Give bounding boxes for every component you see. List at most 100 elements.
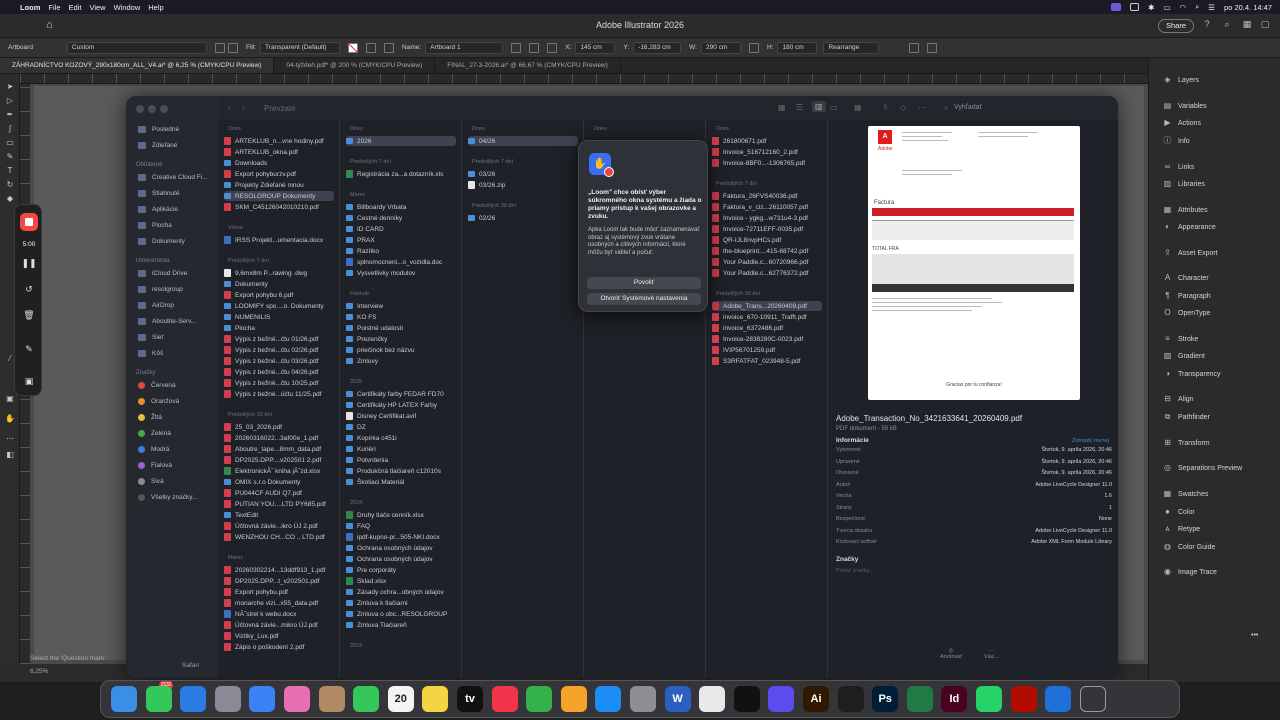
- file-item[interactable]: splnomocneni...o_vozidla.doc: [346, 257, 456, 267]
- group-icon[interactable]: ▦: [854, 103, 862, 112]
- file-item[interactable]: Export pohybu.pdf: [224, 587, 334, 597]
- file-item[interactable]: FAQ: [346, 521, 456, 531]
- back-icon[interactable]: ‹: [228, 103, 231, 113]
- file-item[interactable]: Výpis z bežné...čtu 03/26.pdf: [224, 356, 334, 366]
- file-item[interactable]: Export pohybu 6.pdf: [224, 290, 334, 300]
- file-item[interactable]: Zmluva k tlačiarni: [346, 598, 456, 608]
- panel-transform[interactable]: ⊞ Transform: [1163, 439, 1279, 447]
- file-item[interactable]: Výpis z bežné...čtu 01/26.pdf: [224, 334, 334, 344]
- file-item[interactable]: 25_03_2026.pdf: [224, 422, 334, 432]
- sidebar-tag[interactable]: Zelená: [138, 430, 171, 437]
- sidebar-item-trash[interactable]: Kôš: [138, 350, 163, 357]
- sidebar-item-network[interactable]: Sieť: [138, 334, 164, 341]
- search-icon[interactable]: ⌕: [944, 103, 948, 113]
- sidebar-item-airdrop[interactable]: AirDrop: [138, 302, 174, 309]
- file-item[interactable]: WENZHOU CH...CO ., LTD.pdf: [224, 532, 334, 542]
- file-item[interactable]: Zápis o poškodení 2.pdf: [224, 642, 334, 652]
- file-item[interactable]: ARTEKLUB_okna.pdf: [224, 147, 334, 157]
- stop-recording-button[interactable]: [20, 213, 38, 231]
- menu-clock[interactable]: po 20.4. 14:47: [1224, 3, 1272, 12]
- h-field[interactable]: 180 cm: [777, 41, 818, 54]
- file-item[interactable]: Výpis z bežné...čtu 10/25.pdf: [224, 378, 334, 388]
- illustrator-icon[interactable]: Ai: [803, 686, 829, 712]
- panel-color-guide[interactable]: ◍ Color Guide: [1163, 543, 1279, 551]
- file-item[interactable]: Faktura_v_ciz...26110057.pdf: [712, 202, 822, 212]
- settings-gear-icon[interactable]: [1045, 686, 1072, 712]
- fill-stroke-icon[interactable]: ◧: [5, 450, 15, 459]
- photoshop-icon[interactable]: Ps: [872, 686, 899, 712]
- forward-icon[interactable]: ›: [242, 103, 245, 113]
- move-with-art-icon[interactable]: [366, 42, 377, 53]
- file-item[interactable]: IRSS Projekt...umentacia.docx: [224, 235, 334, 245]
- curvature-tool-icon[interactable]: ∫: [5, 124, 15, 133]
- file-item[interactable]: 261800671.pdf: [712, 136, 822, 146]
- file-item[interactable]: Kopírka c451i: [346, 433, 456, 443]
- file-item[interactable]: IVIP56701259.pdf: [712, 345, 822, 355]
- indesign-icon[interactable]: Id: [941, 686, 968, 712]
- menu-window[interactable]: Window: [114, 3, 141, 12]
- file-item[interactable]: ID CARD: [346, 224, 456, 234]
- file-item[interactable]: SKM_C45126042010210.pdf: [224, 202, 334, 212]
- sidebar-tag[interactable]: Všetky značky...: [138, 494, 197, 501]
- system-settings-icon[interactable]: [630, 686, 656, 712]
- file-item[interactable]: Plocha: [224, 323, 334, 333]
- file-item[interactable]: Certifikáty HP LATEX Farby: [346, 400, 456, 410]
- draw-icon[interactable]: ✎: [21, 343, 37, 355]
- panel-attributes[interactable]: ▦ Attributes: [1163, 206, 1279, 214]
- wifi-icon[interactable]: ◠: [1180, 3, 1187, 12]
- panel-asset-export[interactable]: ⇪ Asset Export: [1163, 249, 1279, 257]
- camera-icon[interactable]: ▣: [21, 375, 37, 387]
- file-item[interactable]: DP2025.DPP....v202501 2.pdf: [224, 455, 334, 465]
- panel-info[interactable]: ⓘ Info: [1163, 137, 1279, 145]
- sidebar-item-server[interactable]: Aboutite-Serv...: [138, 318, 196, 325]
- panel-pathfinder[interactable]: ⧉ Pathfinder: [1163, 413, 1279, 421]
- more-tools-icon[interactable]: ⋯: [5, 434, 15, 443]
- pencil-tool-icon[interactable]: ✎: [5, 152, 15, 161]
- file-item[interactable]: 9,6mx8m P...rawing .dwg: [224, 268, 334, 278]
- file-item[interactable]: 20260316022...3af00e_1.pdf: [224, 433, 334, 443]
- file-item[interactable]: Potvrdenia: [346, 455, 456, 465]
- file-item[interactable]: KO FS: [346, 312, 456, 322]
- file-item[interactable]: Aboutre_tape...8mm_data.pdf: [224, 444, 334, 454]
- file-item[interactable]: Certifikáty farby FEDAR FD70: [346, 389, 456, 399]
- panel-libraries[interactable]: ▥ Libraries: [1163, 180, 1279, 188]
- panel-opentype[interactable]: O OpenType: [1163, 309, 1279, 317]
- file-item[interactable]: Pre corporáty: [346, 565, 456, 575]
- close-button[interactable]: [136, 105, 144, 113]
- export-icon[interactable]: [909, 42, 920, 53]
- artboard-options-icon[interactable]: [384, 42, 395, 53]
- file-item[interactable]: Výpis z bežné...čtu 02/26.pdf: [224, 345, 334, 355]
- figma-icon[interactable]: [837, 686, 864, 712]
- panel-swatches[interactable]: ▦ Swatches: [1163, 490, 1279, 498]
- sidebar-item-icloud[interactable]: iCloud Drive: [138, 270, 187, 277]
- zoom-level[interactable]: 6,25%: [30, 668, 48, 675]
- more-button[interactable]: ⋯ Viac...: [984, 648, 999, 660]
- file-item[interactable]: Ochrana osobných údajov: [346, 554, 456, 564]
- panel-more-icon[interactable]: •••: [1251, 632, 1271, 639]
- landscape-icon[interactable]: [227, 42, 238, 53]
- file-item[interactable]: invoice_670-10911_Trafft.pdf: [712, 312, 822, 322]
- notes-icon[interactable]: [422, 686, 449, 712]
- file-item[interactable]: QR-IJL8nvpHCs.pdf: [712, 235, 822, 245]
- word-icon[interactable]: W: [664, 686, 691, 712]
- panel-image-trace[interactable]: ◉ Image Trace: [1163, 568, 1279, 576]
- finder-search-field[interactable]: Vyhľadať: [954, 104, 982, 111]
- pages-icon[interactable]: [560, 686, 587, 712]
- file-item[interactable]: 2026: [346, 136, 456, 146]
- file-item[interactable]: Invoice - ygkg...w731u4-3.pdf: [712, 213, 822, 223]
- file-item[interactable]: Razítko: [346, 246, 456, 256]
- panel-stroke[interactable]: ≡ Stroke: [1163, 335, 1279, 343]
- allow-button[interactable]: Povoliť: [587, 277, 701, 289]
- file-item[interactable]: Vizitky_Lux.pdf: [224, 631, 334, 641]
- file-item[interactable]: OMIX s.r.o Dokumenty: [224, 477, 334, 487]
- file-item[interactable]: invoice_6372486.pdf: [712, 323, 822, 333]
- facetime-icon[interactable]: [353, 686, 380, 712]
- zoom-button[interactable]: [160, 105, 168, 113]
- panel-separations-preview[interactable]: ◎ Separations Preview: [1163, 464, 1279, 472]
- tag-icon[interactable]: ◇: [900, 103, 906, 112]
- file-item[interactable]: Invoice_516712160_2.pdf: [712, 147, 822, 157]
- artboard-preset-select[interactable]: Custom: [66, 41, 207, 54]
- tab-document-3[interactable]: FINAL_27-3-2026.ai* @ 66,67 % (CMYK/CPU …: [435, 58, 621, 73]
- file-item[interactable]: NĂˇstrel k webu.docx: [224, 609, 334, 619]
- no-fill-icon[interactable]: [348, 42, 359, 53]
